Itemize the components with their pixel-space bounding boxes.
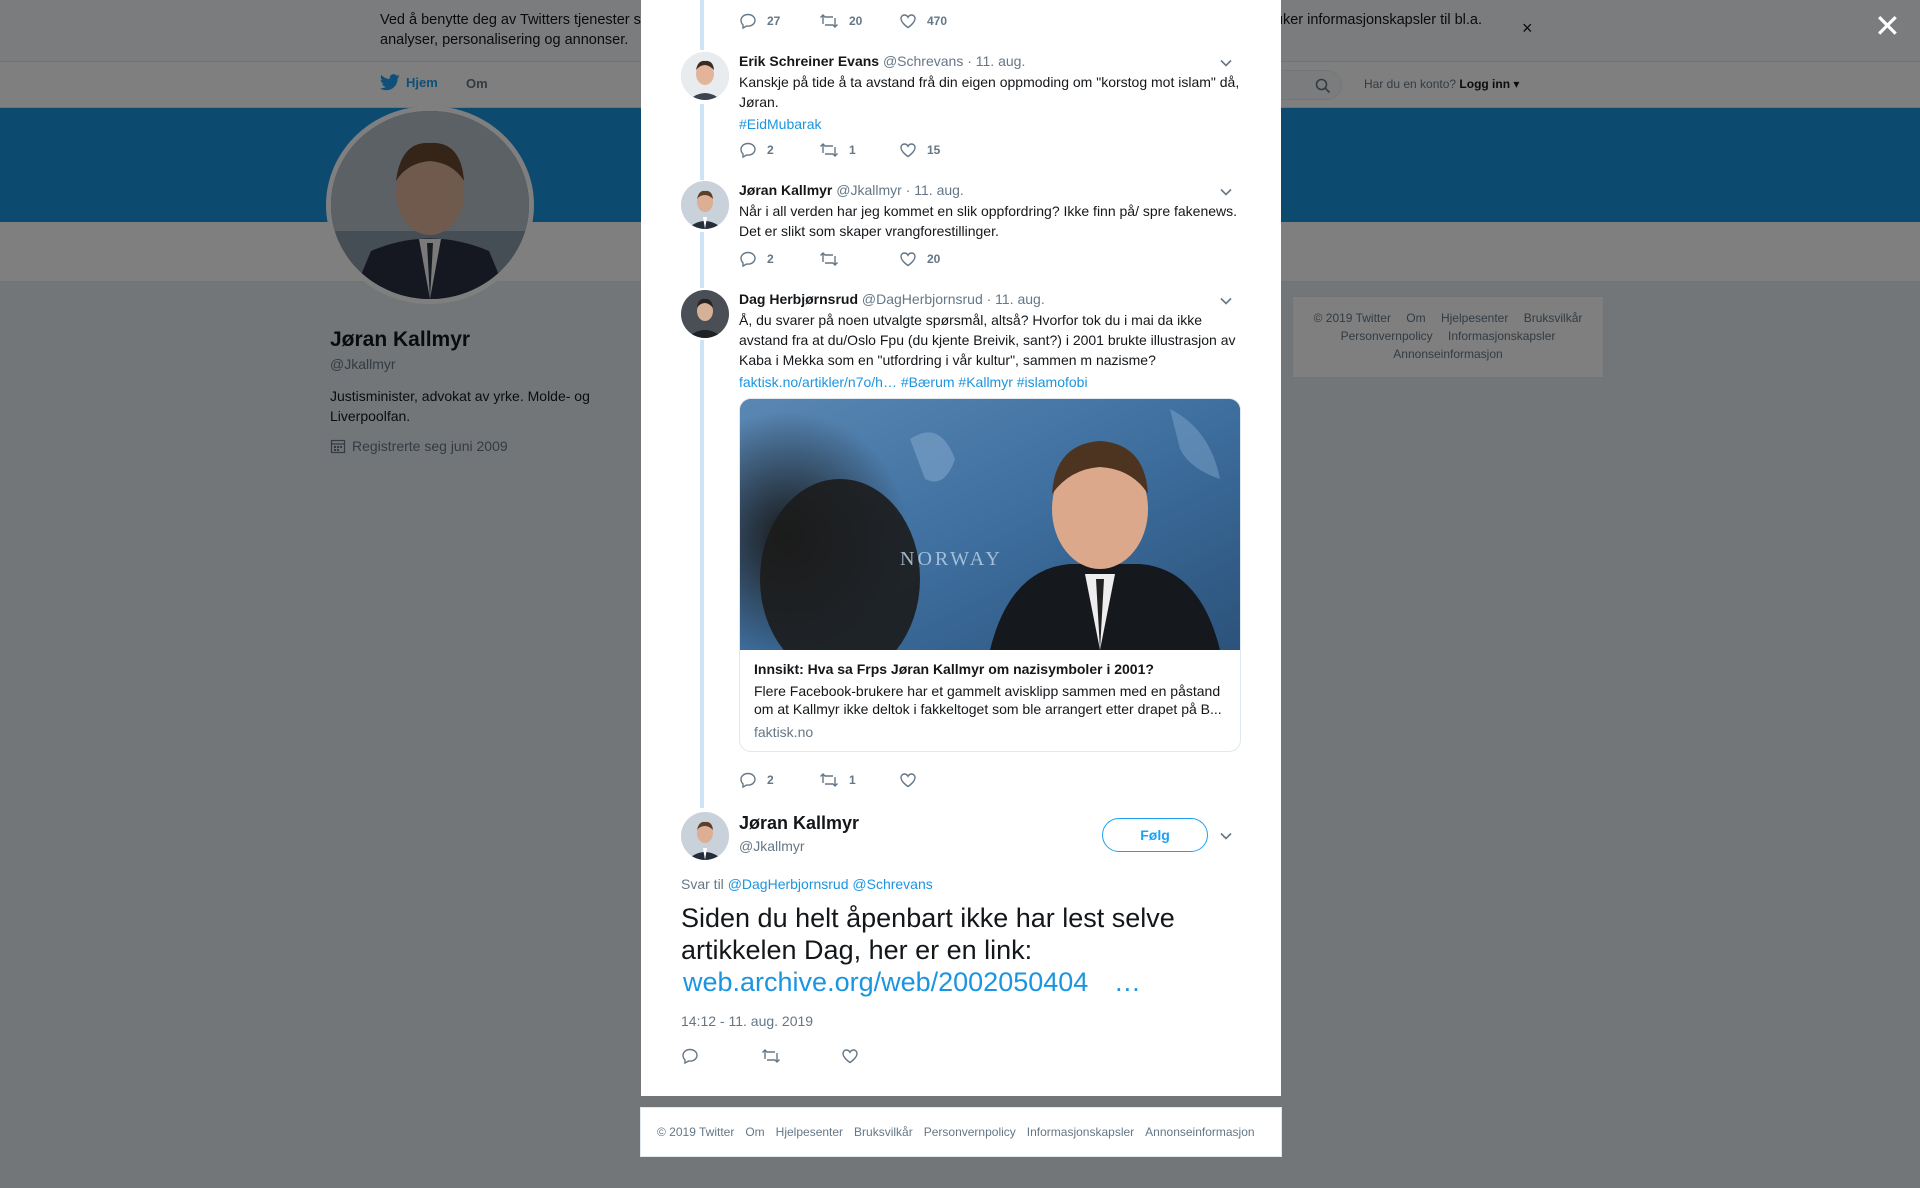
chevron-down-icon[interactable]	[1219, 829, 1233, 843]
retweet-icon	[820, 143, 838, 157]
like-button[interactable]	[899, 771, 979, 789]
retweet-button[interactable]: 20	[819, 12, 899, 30]
reply-icon	[740, 772, 756, 789]
like-count: 15	[927, 143, 941, 157]
tweet-text: Å, du svarer på noen utvalgte spørsmål, …	[739, 312, 1236, 368]
tweet-actions: 2 20	[739, 250, 979, 268]
reply-button[interactable]: 27	[739, 12, 819, 30]
retweet-button[interactable]: 1	[819, 141, 899, 159]
like-button[interactable]: 15	[899, 141, 979, 159]
retweet-button[interactable]: 1	[819, 771, 899, 789]
footer-link[interactable]: Informasjonskapsler	[1027, 1125, 1134, 1139]
tweet-text: Når i all verden har jeg kommet en slik …	[739, 203, 1238, 239]
focused-tweet-timestamp[interactable]: 14:12 - 11. aug. 2019	[681, 1013, 813, 1029]
like-icon	[900, 143, 916, 158]
tweet-author-name[interactable]: Erik Schreiner Evans	[739, 53, 879, 69]
reply-count: 2	[767, 252, 774, 266]
thread-tweet[interactable]: Jøran Kallmyr @Jkallmyr · 11. aug. Når i…	[681, 181, 1241, 261]
reply-count: 2	[767, 143, 774, 157]
tweet-author-name[interactable]: Dag Herbjørnsrud	[739, 291, 858, 307]
card-image-caption: NORWAY	[900, 548, 1003, 570]
retweet-count: 1	[849, 773, 856, 787]
like-icon	[842, 1049, 858, 1064]
reply-button[interactable]: 2	[739, 141, 819, 159]
card-title: Innsikt: Hva sa Frps Jøran Kallmyr om na…	[754, 661, 1154, 677]
focused-tweet-actions	[681, 1047, 921, 1065]
retweet-icon	[820, 773, 838, 787]
reply-button[interactable]	[681, 1047, 761, 1065]
reply-icon	[740, 251, 756, 268]
retweet-count: 1	[849, 143, 856, 157]
follow-button[interactable]: Følg	[1102, 818, 1208, 852]
tweet-header: Erik Schreiner Evans @Schrevans · 11. au…	[739, 52, 1241, 70]
card-description: Flere Facebook-brukere har et gammelt av…	[754, 683, 1222, 717]
retweet-icon	[762, 1049, 780, 1063]
reply-icon	[740, 13, 756, 30]
thread-line	[700, 0, 704, 50]
tweet-date[interactable]: · 11. aug.	[906, 182, 964, 198]
tweet-author-handle[interactable]: @Schrevans	[883, 53, 963, 69]
thread-line	[700, 340, 704, 808]
link-preview-card[interactable]: NORWAY Innsikt: Hva sa Frps Jøran Kallmy…	[739, 398, 1241, 752]
like-count: 20	[927, 252, 941, 266]
footer-link[interactable]: Annonseinformasjon	[1145, 1125, 1254, 1139]
footer-link[interactable]: Personvernpolicy	[924, 1125, 1016, 1139]
reply-button[interactable]: 2	[739, 771, 819, 789]
footer-link[interactable]: © 2019 Twitter	[657, 1125, 734, 1139]
focused-tweet-text: Siden du helt åpenbart ikke har lest sel…	[681, 902, 1241, 998]
reply-to-prefix: Svar til	[681, 876, 724, 892]
thread-tweet[interactable]: Dag Herbjørnsrud @DagHerbjornsrud · 11. …	[681, 290, 1241, 390]
footer-link[interactable]: Hjelpesenter	[776, 1125, 843, 1139]
tweet-actions: 2 1	[739, 771, 979, 789]
tweet-text: Kanskje på tide å ta avstand frå din eig…	[739, 74, 1240, 110]
reply-to-handles[interactable]: @DagHerbjornsrud @Schrevans	[728, 876, 933, 892]
tweet-header: Dag Herbjørnsrud @DagHerbjornsrud · 11. …	[739, 290, 1241, 308]
modal-footer: © 2019 Twitter Om Hjelpesenter Bruksvilk…	[640, 1107, 1282, 1157]
like-icon	[900, 14, 916, 29]
focused-tweet-link[interactable]: web.archive.org/web/2002050404	[683, 967, 1088, 997]
tweet-author-handle[interactable]: @DagHerbjornsrud	[862, 291, 983, 307]
card-domain: faktisk.no	[754, 724, 814, 740]
retweet-button[interactable]	[819, 250, 899, 268]
like-count: 470	[927, 14, 948, 28]
like-button[interactable]: 20	[899, 250, 979, 268]
footer-link[interactable]: Bruksvilkår	[854, 1125, 913, 1139]
tweet-date[interactable]: · 11. aug.	[967, 53, 1025, 69]
reply-count: 27	[767, 14, 781, 28]
tweet-author-handle[interactable]: @Jkallmyr	[836, 182, 902, 198]
like-button[interactable]	[841, 1047, 921, 1065]
like-button[interactable]: 470	[899, 12, 979, 30]
tweet-header: Jøran Kallmyr @Jkallmyr · 11. aug.	[739, 181, 1241, 199]
avatar[interactable]	[681, 290, 729, 338]
link-preview-image: NORWAY	[740, 399, 1240, 650]
tweet-actions: 27 20 470	[739, 12, 979, 30]
chevron-down-icon[interactable]	[1219, 56, 1233, 70]
avatar[interactable]	[681, 52, 729, 100]
like-icon	[900, 773, 916, 788]
tweet-author-name[interactable]: Jøran Kallmyr	[739, 182, 832, 198]
like-icon	[900, 252, 916, 267]
focused-tweet-link-ellipsis[interactable]: …	[1114, 967, 1141, 997]
close-icon[interactable]: ✕	[1874, 10, 1901, 42]
reply-icon	[682, 1048, 698, 1065]
retweet-icon	[820, 252, 838, 266]
avatar[interactable]	[681, 812, 729, 860]
tweet-date[interactable]: · 11. aug.	[987, 291, 1045, 307]
chevron-down-icon[interactable]	[1219, 294, 1233, 308]
reply-count: 2	[767, 773, 774, 787]
reply-button[interactable]: 2	[739, 250, 819, 268]
retweet-button[interactable]	[761, 1047, 841, 1065]
reply-to-line: Svar til @DagHerbjornsrud @Schrevans	[681, 876, 933, 892]
tweet-actions: 2 1 15	[739, 141, 979, 159]
tweet-links[interactable]: faktisk.no/artikler/n7o/h… #Bærum #Kallm…	[739, 372, 1241, 392]
footer-link[interactable]: Om	[745, 1125, 764, 1139]
retweet-count: 20	[849, 14, 863, 28]
focused-tweet-body: Siden du helt åpenbart ikke har lest sel…	[681, 903, 1175, 965]
avatar[interactable]	[681, 181, 729, 229]
tweet-hashtag[interactable]: #EidMubarak	[739, 114, 1241, 134]
retweet-icon	[820, 14, 838, 28]
reply-icon	[740, 142, 756, 159]
chevron-down-icon[interactable]	[1219, 185, 1233, 199]
